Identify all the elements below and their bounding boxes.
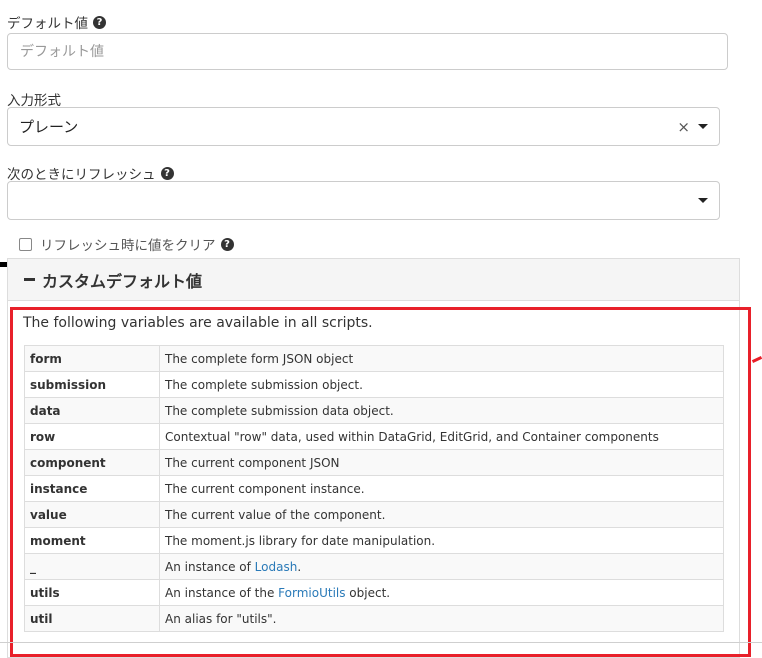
chevron-down-icon[interactable] — [698, 124, 708, 129]
clear-selection-icon[interactable]: × — [677, 118, 690, 136]
highlight-box — [10, 307, 751, 657]
annotation-arrow-tip — [751, 356, 762, 363]
minus-icon[interactable] — [24, 278, 35, 281]
bottom-divider — [0, 642, 762, 643]
default-value-input[interactable] — [7, 33, 728, 70]
question-circle-icon[interactable]: ? — [93, 15, 106, 29]
panel-title: カスタムデフォルト値 — [42, 271, 203, 291]
input-format-selected-value: プレーン — [19, 118, 79, 136]
question-circle-icon[interactable]: ? — [220, 237, 234, 251]
panel-header[interactable]: カスタムデフォルト値 — [8, 259, 739, 301]
refresh-on-label: 次のときにリフレッシュ ? — [7, 163, 174, 183]
clear-on-refresh-checkbox[interactable] — [19, 237, 32, 251]
input-format-select[interactable]: プレーン × — [7, 107, 720, 146]
refresh-on-select[interactable] — [7, 181, 720, 220]
input-format-label: 入力形式 — [7, 93, 61, 109]
clear-on-refresh-row: リフレッシュ時に値をクリア ? — [19, 234, 234, 254]
default-value-label: デフォルト値 ? — [7, 12, 106, 32]
clear-on-refresh-label[interactable]: リフレッシュ時に値をクリア — [40, 234, 216, 254]
question-circle-icon[interactable]: ? — [160, 166, 174, 180]
chevron-down-icon[interactable] — [698, 198, 708, 203]
